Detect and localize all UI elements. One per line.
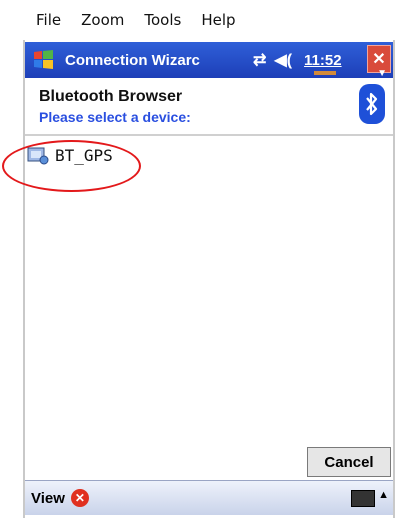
window-title: Connection Wizarc (65, 51, 200, 69)
clock[interactable]: 11:52 (304, 52, 342, 75)
highlight-circle (2, 140, 141, 192)
frame-edge-right (393, 40, 395, 518)
keyboard-icon[interactable] (351, 490, 375, 507)
start-button[interactable] (29, 45, 59, 75)
connectivity-arrows-icon[interactable]: ⇄ (253, 50, 266, 70)
device-frame (0, 40, 24, 518)
windows-flag-icon (34, 50, 53, 69)
page-subtitle: Please select a device: (39, 109, 191, 125)
chevron-up-icon[interactable]: ▲ (378, 489, 389, 501)
menu-zoom[interactable]: Zoom (81, 11, 124, 29)
bottom-bar: View ✕ ▲ (25, 480, 393, 515)
menu-file[interactable]: File (36, 11, 61, 29)
x-icon[interactable]: ✕ (70, 489, 89, 507)
title-bar: Connection Wizarc ⇄ ◀( 11:52 ✕ ▼ (25, 42, 393, 79)
emulator-menu-bar: File Zoom Tools Help (0, 0, 400, 40)
cancel-button[interactable]: Cancel (307, 447, 391, 477)
close-icon: ✕ (372, 51, 386, 68)
speaker-icon[interactable]: ◀( (274, 50, 292, 70)
wizard-header: Bluetooth Browser Please select a device… (25, 78, 393, 136)
bluetooth-icon (359, 84, 385, 124)
view-menu[interactable]: View (31, 490, 65, 507)
menu-tools[interactable]: Tools (144, 11, 181, 29)
menu-help[interactable]: Help (201, 11, 235, 29)
page-title: Bluetooth Browser (39, 88, 183, 105)
